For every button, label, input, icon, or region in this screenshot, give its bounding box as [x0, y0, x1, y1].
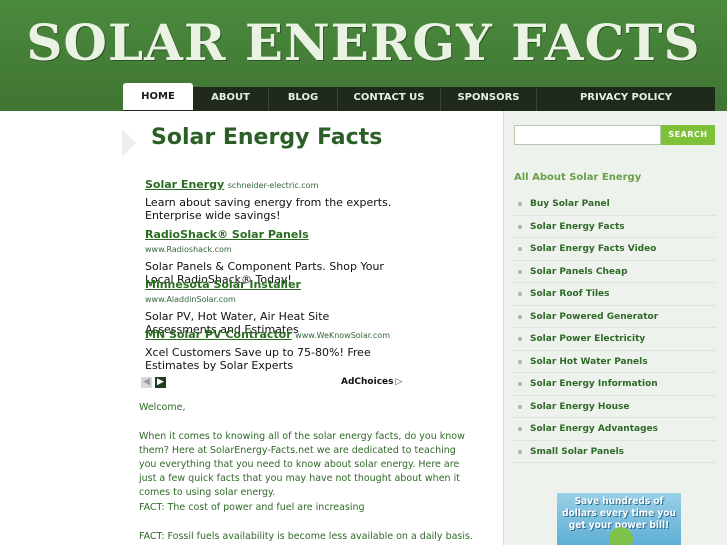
search-input[interactable]	[514, 125, 661, 145]
sidebar-link-label: Solar Energy Information	[530, 379, 658, 389]
bullet-icon	[518, 247, 522, 251]
site-logo[interactable]: SOLAR ENERGY FACTS	[0, 10, 727, 76]
sidebar-link[interactable]: Solar Energy House	[512, 396, 716, 418]
sidebar-link[interactable]: Solar Roof Tiles	[512, 283, 716, 306]
sidebar-link-label: Solar Roof Tiles	[530, 289, 610, 299]
sidebar-heading: All About Solar Energy	[514, 172, 642, 183]
bullet-icon	[518, 269, 522, 274]
ad-title-link[interactable]: Solar Energy	[145, 178, 224, 191]
welcome-text: Welcome,	[139, 402, 186, 413]
sidebar-link[interactable]: Solar Energy Advantages	[512, 418, 716, 441]
sidebar-link-label: Solar Powered Generator	[530, 311, 659, 322]
bullet-icon	[518, 359, 522, 364]
nav-privacy-policy[interactable]: PRIVACY POLICY	[537, 87, 715, 111]
bullet-icon	[518, 202, 522, 206]
sidebar-link-label: Solar Energy House	[530, 401, 630, 412]
adchoices-link[interactable]: AdChoices ▷	[341, 377, 402, 387]
nav-contact-us[interactable]: CONTACT US	[338, 87, 441, 111]
sidebar-link-label: Solar Energy Advantages	[530, 424, 658, 434]
bullet-icon	[518, 427, 522, 431]
sidebar-link-label: Solar Power Electricity	[530, 334, 646, 344]
ad-body: Xcel Customers Save up to 75-80%! Free E…	[145, 346, 371, 372]
sidebar-link-label: Solar Energy Facts Video	[530, 244, 657, 254]
ad-title-link[interactable]: Minnesota Solar Installer	[145, 278, 301, 291]
ad-title-link[interactable]: RadioShack® Solar Panels	[145, 228, 309, 241]
ad-prev-icon[interactable]: ◀	[141, 377, 152, 388]
promo-graphic-icon	[609, 527, 633, 545]
sidebar-link[interactable]: Solar Powered Generator	[512, 306, 716, 328]
nav-blog[interactable]: BLOG	[269, 87, 338, 111]
adchoices-label: AdChoices	[341, 377, 394, 387]
ad-unit: Solar Energy schneider-electric.com Lear…	[145, 178, 395, 222]
bullet-icon	[518, 337, 522, 341]
nav-home[interactable]: HOME	[123, 83, 193, 110]
page-title: Solar Energy Facts	[151, 125, 383, 150]
sidebar-links: Buy Solar Panel Solar Energy Facts Solar…	[512, 193, 716, 463]
sidebar-link[interactable]: Small Solar Panels	[512, 441, 716, 463]
promo-banner[interactable]: Save hundreds of dollars every time you …	[557, 493, 681, 545]
sidebar-link[interactable]: Solar Panels Cheap	[512, 261, 716, 283]
ad-domain[interactable]: www.AladdinSolar.com	[145, 295, 236, 304]
sidebar-link-label: Solar Hot Water Panels	[530, 356, 648, 367]
ad-domain[interactable]: www.Radioshack.com	[145, 245, 232, 254]
fact-paragraph: FACT: The cost of power and fuel are inc…	[139, 502, 365, 513]
bullet-icon	[518, 404, 522, 409]
bullet-icon	[518, 224, 522, 229]
content-notch	[122, 129, 136, 157]
sidebar-link[interactable]: Solar Energy Facts	[512, 216, 716, 238]
bullet-icon	[518, 314, 522, 319]
bullet-icon	[518, 382, 522, 386]
sidebar-link-label: Solar Energy Facts	[530, 221, 625, 232]
nav-about[interactable]: ABOUT	[193, 87, 269, 111]
ad-unit: MN Solar PV Contractor www.WeKnowSolar.c…	[145, 328, 395, 372]
sidebar-link[interactable]: Solar Power Electricity	[512, 328, 716, 351]
search-button[interactable]: SEARCH	[661, 125, 715, 145]
nav-sponsors[interactable]: SPONSORS	[441, 87, 537, 111]
sidebar-link[interactable]: Solar Hot Water Panels	[512, 351, 716, 373]
ad-domain[interactable]: schneider-electric.com	[228, 181, 319, 190]
ad-body: Learn about saving energy from the exper…	[145, 196, 392, 222]
intro-paragraph: When it comes to knowing all of the sola…	[139, 431, 465, 498]
sidebar-link-label: Solar Panels Cheap	[530, 266, 628, 277]
sidebar-link[interactable]: Buy Solar Panel	[512, 193, 716, 216]
bullet-icon	[518, 449, 522, 454]
sidebar-link-label: Buy Solar Panel	[530, 199, 610, 209]
ad-title-link[interactable]: MN Solar PV Contractor	[145, 328, 292, 341]
sidebar-link[interactable]: Solar Energy Facts Video	[512, 238, 716, 261]
adchoices-icon: ▷	[395, 377, 403, 387]
ad-domain[interactable]: www.WeKnowSolar.com	[295, 331, 390, 340]
main-nav: HOME ABOUT BLOG CONTACT US SPONSORS PRIV…	[123, 83, 715, 111]
sidebar-link[interactable]: Solar Energy Information	[512, 373, 716, 396]
fact-paragraph: FACT: Fossil fuels availability is becom…	[139, 531, 473, 542]
bullet-icon	[518, 292, 522, 296]
ad-next-icon[interactable]: ▶	[155, 377, 166, 388]
sidebar-link-label: Small Solar Panels	[530, 446, 625, 457]
